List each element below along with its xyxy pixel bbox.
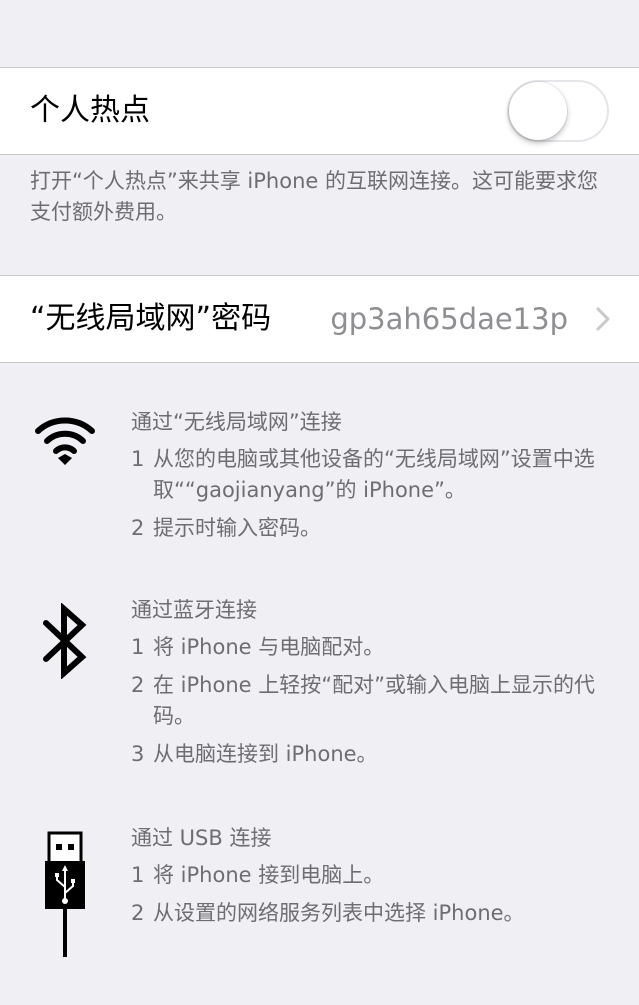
step-number: 2 xyxy=(131,901,145,925)
usb-method-title: 通过 USB 连接 xyxy=(131,826,272,850)
hotspot-label: 个人热点 xyxy=(30,93,150,128)
step-text: 将 iPhone 接到电脑上。 xyxy=(153,863,385,887)
step-text: 将 iPhone 与电脑配对。 xyxy=(153,635,385,659)
bluetooth-method-title: 通过蓝牙连接 xyxy=(131,598,257,622)
wifi-icon xyxy=(35,417,95,465)
step-text: 从您的电脑或其他设备的“无线局域网”设置中选取““gaojianyang”的 i… xyxy=(153,447,595,502)
personal-hotspot-page: 个人热点 打开“个人热点”来共享 iPhone 的互联网连接。这可能要求您支付额… xyxy=(0,0,639,1005)
step-number: 2 xyxy=(131,673,145,697)
step-text: 从设置的网络服务列表中选择 iPhone。 xyxy=(153,901,525,925)
wifi-password-label: “无线局域网”密码 xyxy=(30,301,272,336)
step-text: 从电脑连接到 iPhone。 xyxy=(153,742,378,766)
usb-step-2: 2 从设置的网络服务列表中选择 iPhone。 xyxy=(131,898,631,929)
step-text: 在 iPhone 上轻按“配对”或输入电脑上显示的代码。 xyxy=(153,673,595,728)
usb-step-1: 1 将 iPhone 接到电脑上。 xyxy=(131,860,631,891)
bluetooth-step-3: 3 从电脑连接到 iPhone。 xyxy=(131,739,631,770)
step-number: 1 xyxy=(131,863,145,887)
hotspot-footer-note: 打开“个人热点”来共享 iPhone 的互联网连接。这可能要求您支付额外费用。 xyxy=(30,169,598,224)
wifi-step-2: 2 提示时输入密码。 xyxy=(131,513,631,544)
hotspot-toggle[interactable] xyxy=(507,80,609,142)
wifi-method-text: 通过“无线局域网”连接 1 从您的电脑或其他设备的“无线局域网”设置中选取““g… xyxy=(131,407,631,551)
bluetooth-step-2: 2 在 iPhone 上轻按“配对”或输入电脑上显示的代码。 xyxy=(131,670,631,732)
toggle-knob xyxy=(509,82,567,140)
wifi-method-title: 通过“无线局域网”连接 xyxy=(131,410,342,434)
wifi-password-value: gp3ah65dae13p xyxy=(330,302,568,336)
step-number: 1 xyxy=(131,635,145,659)
wifi-step-1: 1 从您的电脑或其他设备的“无线局域网”设置中选取““gaojianyang”的… xyxy=(131,444,631,506)
step-number: 3 xyxy=(131,742,145,766)
chevron-right-icon xyxy=(596,307,610,331)
usb-method-text: 通过 USB 连接 1 将 iPhone 接到电脑上。 2 从设置的网络服务列表… xyxy=(131,823,631,936)
step-number: 2 xyxy=(131,516,145,540)
bluetooth-icon xyxy=(43,603,87,679)
bluetooth-method-text: 通过蓝牙连接 1 将 iPhone 与电脑配对。 2 在 iPhone 上轻按“… xyxy=(131,595,631,777)
step-number: 1 xyxy=(131,447,145,471)
step-text: 提示时输入密码。 xyxy=(153,516,321,540)
hotspot-cell: 个人热点 xyxy=(0,67,639,155)
wifi-password-cell[interactable]: “无线局域网”密码 gp3ah65dae13p xyxy=(0,275,639,363)
usb-icon xyxy=(45,831,85,957)
bluetooth-step-1: 1 将 iPhone 与电脑配对。 xyxy=(131,632,631,663)
